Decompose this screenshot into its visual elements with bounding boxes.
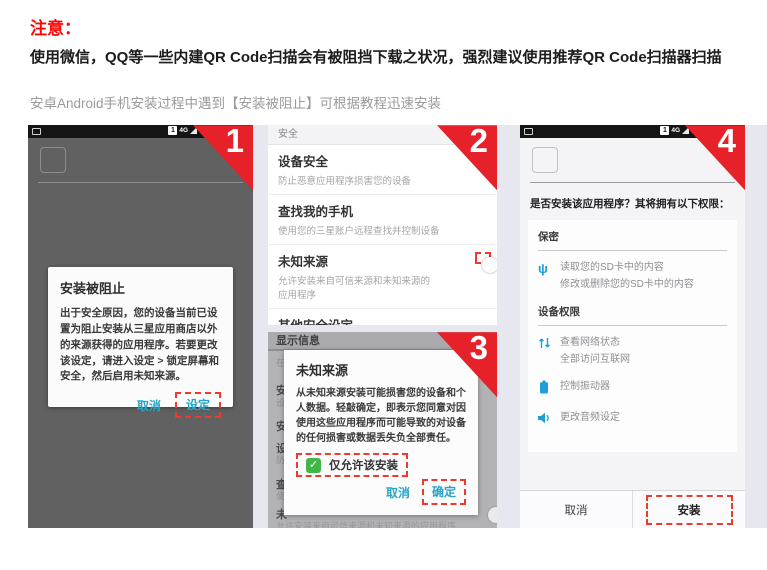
sim-badge: 1: [168, 126, 177, 135]
checkbox-highlight: ✓ 仅允许该安装: [296, 453, 408, 477]
middle-column: 安全 设备安全 防止恶意应用程序损害您的设备 查找我的手机 使用您的三星账户远程…: [253, 125, 505, 528]
screenshot-step3: 显示信息 在 安 设 安 设 防 查 使 未 允许安装来自可信来源和未知来源的应…: [268, 332, 497, 528]
notice-label: 注意：: [30, 14, 737, 39]
install-button-bar: 取消 安装: [520, 490, 745, 528]
warning-text: 使用微信，QQ等一些内建QR Code扫描会有被阻挡下载之状况，强烈建议使用推荐…: [30, 45, 746, 71]
network-type-label: 4G: [179, 127, 188, 134]
permission-row-audio: 更改音频设定: [538, 410, 727, 429]
divider: [538, 325, 727, 326]
screenshot-step2: 安全 设备安全 防止恶意应用程序损害您的设备 查找我的手机 使用您的三星账户远程…: [268, 125, 497, 325]
subtitle-text: 安卓Android手机安装过程中遇到【安装被阻止】可根据教程迅速安装: [30, 92, 737, 112]
permission-row-network: 查看网络状态 全部访问互联网: [538, 335, 727, 368]
device-permissions-header: 设备权限: [538, 304, 727, 319]
screenshot-step4: 1 4G 7 是否安装该应用程序？其将拥有以下权限： 保密 ψ 读取您的SD卡中…: [520, 125, 745, 528]
screenshots-row: 1 4G 7 安装被阻止 出于安全原因，您的设备当前已设置为阻止安装从三星应用商…: [28, 125, 767, 528]
install-blocked-dialog: 安装被阻止 出于安全原因，您的设备当前已设置为阻止安装从三星应用商店以外的来源获…: [48, 267, 233, 407]
checkbox-checked-icon[interactable]: ✓: [306, 458, 321, 473]
permission-row-vibrate: 控制振动器: [538, 379, 727, 399]
privacy-section-header: 保密: [538, 229, 727, 244]
dialog-title: 未知来源: [296, 360, 466, 379]
cancel-button[interactable]: 取消: [386, 484, 410, 501]
step-badge-1: 1: [193, 125, 253, 190]
ok-button-highlight: 确定: [422, 479, 466, 505]
settings-item-find-my-phone[interactable]: 查找我的手机 使用您的三星账户远程查找并控制设备: [268, 195, 497, 245]
dialog-body: 出于安全原因，您的设备当前已设置为阻止安装从三星应用商店以外的来源获得的应用程序…: [60, 306, 221, 385]
settings-button[interactable]: 设定: [186, 398, 210, 412]
divider: [530, 182, 735, 183]
page-header: 注意： 使用微信，QQ等一些内建QR Code扫描会有被阻挡下载之状况，强烈建议…: [0, 0, 767, 112]
screenshot-step1: 1 4G 7 安装被阻止 出于安全原因，您的设备当前已设置为阻止安装从三星应用商…: [28, 125, 253, 528]
dialog-body: 从未知来源安装可能损害您的设备和个人数据。轻敲确定，即表示您同意对因使用这些应用…: [296, 386, 466, 446]
dialog-title: 安装被阻止: [60, 278, 221, 297]
usb-icon: ψ: [538, 260, 560, 293]
settings-item-unknown-sources[interactable]: 未知来源 允许安装来自可信来源和未知来源的应用程序: [268, 245, 497, 309]
step-badge-4: 4: [685, 125, 745, 190]
vibrate-icon: [538, 379, 560, 399]
app-icon-placeholder: [40, 147, 66, 173]
install-cell: 安装: [632, 491, 745, 528]
network-type-label: 4G: [671, 127, 680, 134]
toggle-highlight: [475, 252, 491, 264]
install-question-title: 是否安装该应用程序？其将拥有以下权限：: [530, 196, 745, 211]
network-arrows-icon: [538, 335, 560, 368]
app-icon-placeholder: [532, 147, 558, 173]
audio-icon: [538, 410, 560, 429]
right-column: 1 4G 7 是否安装该应用程序？其将拥有以下权限： 保密 ψ 读取您的SD卡中…: [505, 125, 767, 528]
screenshot-icon: [32, 128, 41, 135]
cancel-button[interactable]: 取消: [520, 491, 632, 528]
divider: [538, 250, 727, 251]
permission-row-sdcard: ψ 读取您的SD卡中的内容 修改或删除您的SD卡中的内容: [538, 260, 727, 293]
cancel-button[interactable]: 取消: [137, 397, 161, 414]
unknown-sources-dialog: 未知来源 从未知来源安装可能损害您的设备和个人数据。轻敲确定，即表示您同意对因使…: [284, 350, 478, 515]
permissions-card: 保密 ψ 读取您的SD卡中的内容 修改或删除您的SD卡中的内容 设备权限: [528, 220, 737, 452]
settings-item-other-security[interactable]: 其他安全设定 更改安全更新和证书存储等其他安全设定: [268, 309, 497, 325]
screenshot-icon: [524, 128, 533, 135]
ok-button[interactable]: 确定: [432, 485, 456, 499]
sim-badge: 1: [660, 126, 669, 135]
install-button[interactable]: 安装: [646, 495, 733, 525]
allow-once-label: 仅允许该安装: [329, 457, 398, 473]
divider: [38, 182, 243, 183]
bg-bottom-line: 允许安装来自可信来源和未知来源的应用程序: [276, 519, 456, 528]
settings-button-highlight: 设定: [175, 392, 221, 418]
